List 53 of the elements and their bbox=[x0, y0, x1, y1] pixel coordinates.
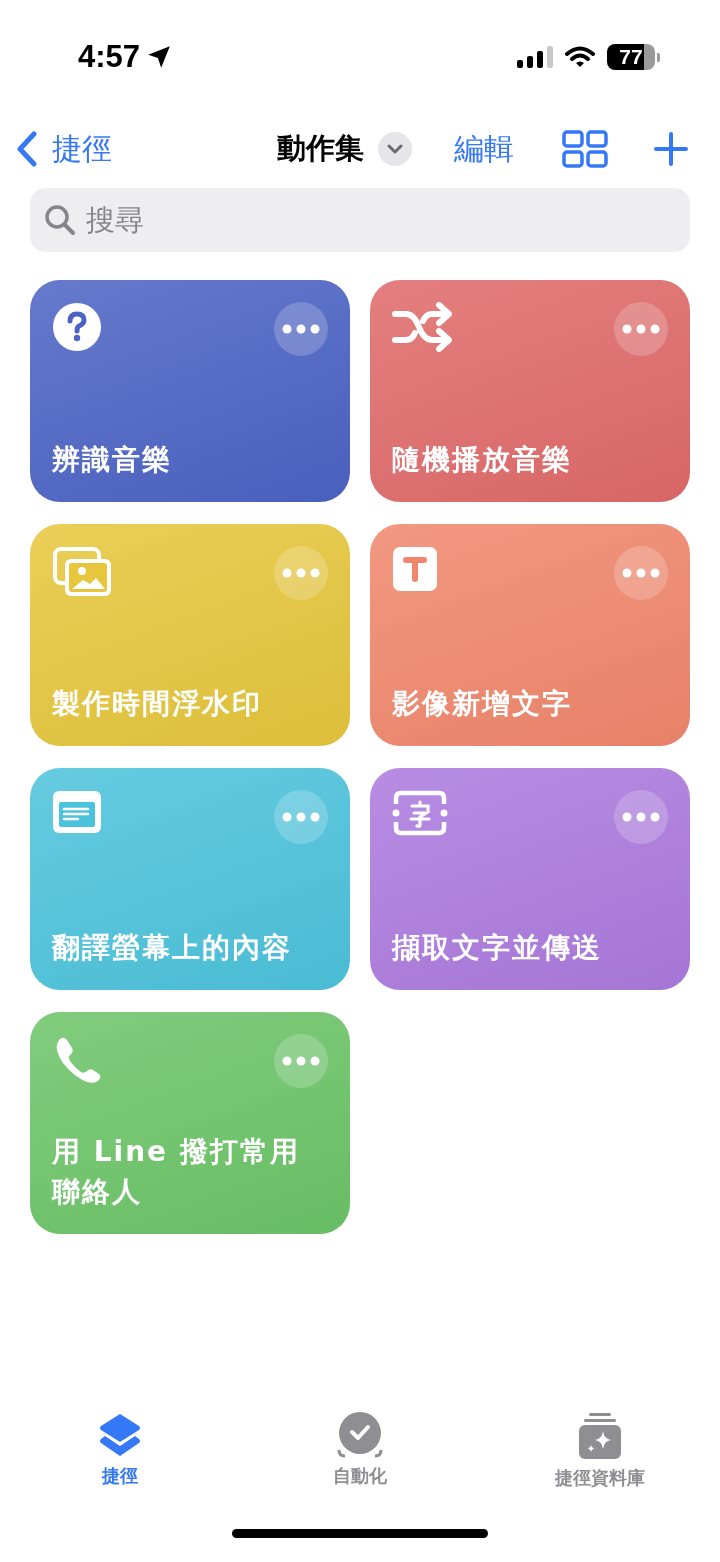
ellipsis-icon bbox=[622, 324, 660, 334]
status-time: 4:57 bbox=[78, 39, 141, 75]
wifi-icon bbox=[565, 46, 595, 68]
chevron-down-icon[interactable] bbox=[378, 132, 412, 166]
more-button[interactable] bbox=[274, 302, 328, 356]
gallery-icon bbox=[577, 1412, 623, 1460]
clock-check-icon bbox=[337, 1412, 383, 1458]
more-button[interactable] bbox=[614, 302, 668, 356]
text-scan-icon bbox=[392, 790, 448, 836]
text-icon bbox=[392, 546, 438, 592]
search-icon bbox=[44, 204, 76, 236]
shortcut-title: 影像新增文字 bbox=[392, 686, 573, 722]
shuffle-icon bbox=[392, 302, 452, 352]
search-field[interactable]: 搜尋 bbox=[30, 188, 690, 252]
shortcut-card[interactable]: 隨機播放音樂 bbox=[370, 280, 690, 502]
edit-button[interactable]: 編輯 bbox=[454, 128, 514, 170]
chevron-left-icon bbox=[16, 131, 38, 167]
question-icon bbox=[52, 302, 102, 352]
shortcut-title: 用 Line 撥打常用聯絡人 bbox=[52, 1134, 301, 1210]
tab-bar-item[interactable]: 捷徑資料庫 bbox=[480, 1412, 720, 1504]
shortcut-card[interactable]: 擷取文字並傳送 bbox=[370, 768, 690, 990]
ellipsis-icon bbox=[622, 812, 660, 822]
shortcut-card[interactable]: 影像新增文字 bbox=[370, 524, 690, 746]
shortcut-card[interactable]: 用 Line 撥打常用聯絡人 bbox=[30, 1012, 350, 1234]
shortcut-card[interactable]: 辨識音樂 bbox=[30, 280, 350, 502]
ellipsis-icon bbox=[282, 568, 320, 578]
photos-icon bbox=[52, 546, 114, 598]
collection-title: 動作集 bbox=[277, 130, 364, 167]
signal-icon bbox=[517, 46, 553, 68]
shortcut-title: 隨機播放音樂 bbox=[392, 442, 573, 478]
shortcut-title: 擷取文字並傳送 bbox=[392, 930, 603, 966]
more-button[interactable] bbox=[614, 546, 668, 600]
shortcut-card[interactable]: 製作時間浮水印 bbox=[30, 524, 350, 746]
tab-bar-item[interactable]: 自動化 bbox=[240, 1412, 480, 1504]
ellipsis-icon bbox=[282, 324, 320, 334]
location-arrow-icon bbox=[146, 44, 173, 70]
tab-bar-item[interactable]: 捷徑 bbox=[0, 1412, 240, 1504]
more-button[interactable] bbox=[274, 790, 328, 844]
grid-icon[interactable] bbox=[562, 130, 608, 168]
back-button[interactable]: 捷徑 bbox=[16, 128, 112, 170]
more-button[interactable] bbox=[274, 1034, 328, 1088]
layers-icon bbox=[97, 1412, 143, 1458]
document-icon bbox=[52, 790, 102, 834]
battery-indicator: 77 bbox=[607, 44, 660, 70]
shortcut-title: 製作時間浮水印 bbox=[52, 686, 263, 722]
more-button[interactable] bbox=[614, 790, 668, 844]
ellipsis-icon bbox=[282, 812, 320, 822]
ellipsis-icon bbox=[282, 1056, 320, 1066]
shortcut-title: 翻譯螢幕上的內容 bbox=[52, 930, 293, 966]
ellipsis-icon bbox=[622, 568, 660, 578]
shortcut-card[interactable]: 翻譯螢幕上的內容 bbox=[30, 768, 350, 990]
plus-icon[interactable] bbox=[654, 132, 688, 166]
shortcut-title: 辨識音樂 bbox=[52, 442, 173, 478]
